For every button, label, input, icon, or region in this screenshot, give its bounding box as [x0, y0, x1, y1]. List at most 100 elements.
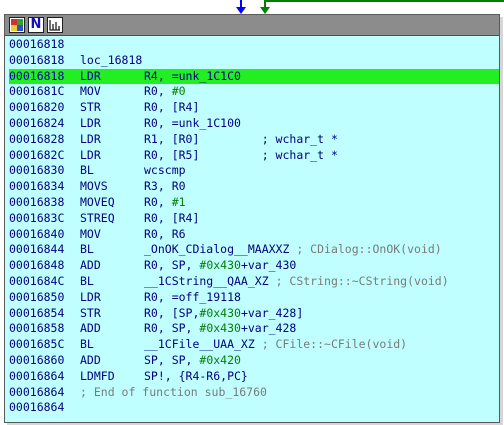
instruction-line[interactable]: 00016860 ADD SP, SP, #0x420: [9, 353, 499, 369]
operands[interactable]: R3, R0: [144, 179, 186, 195]
operands[interactable]: R0, [R5] ; wchar_t *: [144, 148, 338, 164]
arrow-down-icon: [236, 7, 246, 14]
incoming-edge-false-branch[interactable]: [236, 0, 246, 14]
instruction-line[interactable]: 00016854 STR R0, [SP,#0x430+var_428]: [9, 306, 499, 322]
operands[interactable]: __1CFile__UAA_XZ ; CFile::~CFile(void): [144, 337, 407, 353]
address: 0001683C: [9, 210, 65, 225]
operands[interactable]: R0, [SP,#0x430+var_428]: [144, 306, 303, 322]
instruction-line[interactable]: 00016828 LDR R1, [R0] ; wchar_t *: [9, 132, 499, 148]
instruction-line[interactable]: 00016820 STR R0, [R4]: [9, 100, 499, 116]
address: 00016848: [9, 258, 65, 273]
code-block-node[interactable]: N 00016818 00016818 loc_16818 00016818 LDR R4…: [4, 14, 500, 423]
mnemonic[interactable]: ADD: [80, 353, 101, 369]
immediate-value: #0x420: [199, 352, 241, 367]
operands[interactable]: R1, [R0] ; wchar_t *: [144, 132, 338, 148]
operand-text: R0, SP,: [144, 321, 200, 336]
operands[interactable]: R4, =unk_1C1C0: [144, 69, 241, 85]
instruction-line[interactable]: 00016848 ADD R0, SP, #0x430+var_430: [9, 258, 499, 274]
operands[interactable]: R0, [R4]: [144, 100, 199, 116]
operands[interactable]: R0, SP, #0x430+var_430: [144, 258, 296, 274]
color-palette-icon[interactable]: [9, 17, 25, 33]
address: 0001681C: [9, 84, 65, 99]
instruction-line[interactable]: 0001682C LDR R0, [R5] ; wchar_t *: [9, 148, 499, 164]
comment-line[interactable]: 00016864 ; End of function sub_16760: [9, 385, 499, 401]
operand-text: R0, [R5]: [144, 147, 262, 162]
mnemonic[interactable]: STREQ: [80, 211, 115, 227]
operand-text: R0, =off_19118: [144, 289, 241, 304]
blank-line[interactable]: 00016864: [9, 400, 499, 416]
incoming-edge-true-branch[interactable]: [260, 0, 504, 14]
comment: ; CString::~CString(void): [275, 273, 449, 288]
mnemonic[interactable]: ADD: [80, 258, 101, 274]
operands[interactable]: __1CString__QAA_XZ ; CString::~CString(v…: [144, 274, 449, 290]
operands[interactable]: SP!, {R4-R6,PC}: [144, 369, 248, 385]
instruction-line[interactable]: 00016830 BL wcscmp: [9, 163, 499, 179]
address: 00016828: [9, 131, 65, 146]
mnemonic[interactable]: STR: [80, 306, 101, 322]
instruction-line[interactable]: 00016834 MOVS R3, R0: [9, 179, 499, 195]
node-titlebar[interactable]: N: [5, 15, 499, 36]
instruction-line[interactable]: 00016844 BL _OnOK_CDialog__MAAXXZ ; CDialo…: [9, 242, 499, 258]
rename-icon[interactable]: N: [28, 17, 44, 33]
operands[interactable]: R0, =unk_1C100: [144, 116, 241, 132]
operands[interactable]: R0, R6: [144, 227, 186, 243]
operand-text: R0,: [144, 84, 172, 99]
disassembly-listing[interactable]: 00016818 00016818 loc_16818 00016818 LDR R4, …: [9, 37, 499, 416]
mnemonic[interactable]: LDR: [80, 69, 101, 85]
operand-text: R4, =: [144, 68, 179, 83]
mnemonic[interactable]: BL: [80, 242, 94, 258]
operand-text: SP!, {R4-R6,PC}: [144, 368, 248, 383]
address: 00016818: [9, 52, 65, 67]
mnemonic[interactable]: BL: [80, 274, 94, 290]
code-label[interactable]: loc_16818: [80, 53, 142, 69]
operands[interactable]: R0, SP, #0x430+var_428: [144, 321, 296, 337]
mnemonic[interactable]: STR: [80, 100, 101, 116]
mnemonic[interactable]: MOV: [80, 84, 101, 100]
mnemonic[interactable]: MOVEQ: [80, 195, 115, 211]
mnemonic[interactable]: LDR: [80, 148, 101, 164]
mnemonic[interactable]: MOV: [80, 227, 101, 243]
function-end-comment: ; End of function sub_16760: [80, 384, 267, 399]
operand-text: R0, [R4]: [144, 100, 200, 115]
comment: ; CDialog::OnOK(void): [296, 242, 442, 257]
operands[interactable]: R0, [R4]: [144, 211, 199, 227]
instruction-line[interactable]: 00016824 LDR R0, =unk_1C100: [9, 116, 499, 132]
mnemonic[interactable]: MOVS: [80, 179, 108, 195]
mnemonic[interactable]: ADD: [80, 321, 101, 337]
instruction-line[interactable]: 00016838 MOVEQ R0, #1: [9, 195, 499, 211]
mnemonic[interactable]: LDR: [80, 116, 101, 132]
graph-canvas[interactable]: N 00016818 00016818 loc_16818 00016818 LDR R4…: [0, 0, 504, 425]
instruction-line[interactable]: 00016864 LDMFD SP!, {R4-R6,PC}: [9, 369, 499, 385]
mnemonic[interactable]: LDMFD: [80, 369, 115, 385]
mnemonic[interactable]: BL: [80, 163, 94, 179]
mnemonic[interactable]: LDR: [80, 132, 101, 148]
instruction-line[interactable]: 00016858 ADD R0, SP, #0x430+var_428: [9, 321, 499, 337]
instruction-line[interactable]: 00016840 MOV R0, R6: [9, 227, 499, 243]
instruction-line[interactable]: 0001685C BL __1CFile__UAA_XZ ; CFile::~CFi…: [9, 337, 499, 353]
address: 0001682C: [9, 147, 65, 162]
operands[interactable]: R0, =off_19118: [144, 290, 241, 306]
operands[interactable]: R0, #1: [144, 195, 186, 211]
mnemonic[interactable]: BL: [80, 337, 94, 353]
graph-overview-icon[interactable]: [47, 17, 63, 33]
address: 00016838: [9, 194, 65, 209]
address: 00016820: [9, 100, 65, 115]
instruction-line[interactable]: 00016818 LDR R4, =unk_1C1C0: [9, 68, 499, 85]
instruction-line[interactable]: 0001681C MOV R0, #0: [9, 84, 499, 100]
operand-text: ; wchar_t *: [261, 131, 338, 146]
instruction-line[interactable]: 00016850 LDR R0, =off_19118: [9, 290, 499, 306]
instruction-line[interactable]: 0001683C STREQ R0, [R4]: [9, 211, 499, 227]
operands[interactable]: SP, SP, #0x420: [144, 353, 241, 369]
label-line[interactable]: 00016818 loc_16818: [9, 53, 499, 69]
blank-line[interactable]: 00016818: [9, 37, 499, 53]
operand-text: unk_1C1C0: [178, 68, 241, 83]
operands[interactable]: _OnOK_CDialog__MAAXXZ ; CDialog::OnOK(vo…: [144, 242, 442, 258]
mnemonic[interactable]: LDR: [80, 290, 101, 306]
operand-text: R1, [R0]: [144, 131, 262, 146]
instruction-line[interactable]: 0001684C BL __1CString__QAA_XZ ; CString::…: [9, 274, 499, 290]
operands[interactable]: wcscmp: [144, 163, 186, 179]
operands[interactable]: R0, #0: [144, 84, 186, 100]
comment: ; CFile::~CFile(void): [261, 337, 408, 352]
operand-text: R0, SP,: [144, 258, 200, 273]
operand-text: __1CString__QAA_XZ: [144, 273, 276, 288]
